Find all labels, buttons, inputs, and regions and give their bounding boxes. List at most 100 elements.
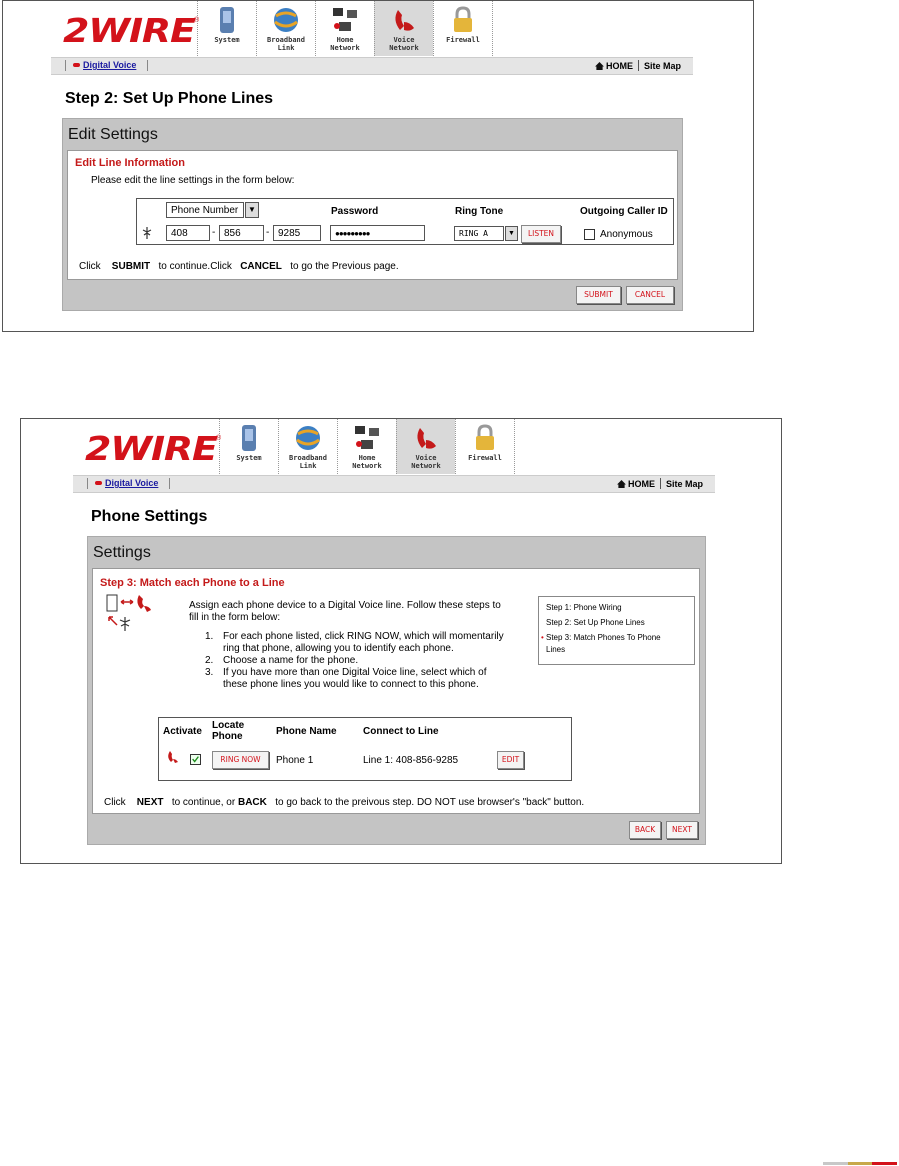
tab-system[interactable]: System xyxy=(197,1,256,56)
submit-button[interactable]: SUBMIT xyxy=(576,286,621,304)
bullet-icon xyxy=(73,63,80,67)
password-field[interactable]: ●●●●●●●●● xyxy=(330,225,425,241)
step-text: For each phone listed, click RING NOW, w… xyxy=(223,631,504,642)
phone-icon xyxy=(417,428,436,449)
anonymous-label: Anonymous xyxy=(600,229,653,240)
ring-tone-label: Ring Tone xyxy=(455,206,504,217)
top-header: 2WIRE ® System Broadband Link Home Network xyxy=(73,419,715,475)
system-icon xyxy=(242,425,256,451)
footer-instruction: Click SUBMIT to continue.Click CANCEL to… xyxy=(79,261,399,272)
line-number-field[interactable]: 9285 xyxy=(273,225,321,241)
ring-tone-select[interactable]: RING A xyxy=(454,226,504,241)
lock-icon xyxy=(476,424,494,450)
page-title: Phone Settings xyxy=(91,508,208,525)
screenshot-edit-line: 2WIRE ® System Broadband Link Home Network xyxy=(2,0,754,332)
wizard-step-3[interactable]: Step 3: Match Phones To Phone xyxy=(546,633,661,642)
col-header-line: Connect to Line xyxy=(363,726,439,737)
tab-home-network[interactable]: Home Network xyxy=(315,1,374,56)
tab-broadband-link[interactable]: Broadband Link xyxy=(256,1,315,56)
tab-broadband-link[interactable]: Broadband Link xyxy=(278,419,337,474)
wizard-steps-box: Step 1: Phone Wiring Step 2: Set Up Phon… xyxy=(538,596,695,665)
tab-voice-network[interactable]: Voice Network xyxy=(396,419,455,474)
back-button[interactable]: BACK xyxy=(629,821,661,839)
caller-id-label: Outgoing Caller ID xyxy=(580,206,668,217)
subnav-bar: Digital Voice HOME Site Map xyxy=(73,475,715,493)
phone-jack-icon xyxy=(142,227,152,239)
main-nav: System Broadband Link Home Network Voice Ne… xyxy=(197,1,493,57)
section-title: Step 3: Match each Phone to a Line xyxy=(100,577,285,589)
digital-voice-link[interactable]: Digital Voice xyxy=(105,478,158,488)
top-header: 2WIRE ® System Broadband Link Home Network xyxy=(51,1,693,57)
intro-line-2: fill in the form below: xyxy=(189,612,281,623)
tab-firewall[interactable]: Firewall xyxy=(455,419,515,474)
edit-button[interactable]: EDIT xyxy=(497,751,524,769)
settings-panel: Settings Step 3: Match each Phone to a L… xyxy=(87,536,706,845)
phone-icon xyxy=(395,10,414,31)
router-app: 2WIRE ® System Broadband Link Home Network xyxy=(51,1,693,75)
phone-wiring-icon xyxy=(106,594,151,631)
page-title: Step 2: Set Up Phone Lines xyxy=(65,90,274,107)
network-icon xyxy=(355,426,379,449)
router-app: 2WIRE ® System Broadband Link Home Network xyxy=(73,419,715,493)
wizard-step-3-cont: Lines xyxy=(546,645,566,654)
anonymous-checkbox[interactable] xyxy=(584,229,595,240)
bullet-icon xyxy=(95,481,102,485)
step-text: these phone lines you would like to conn… xyxy=(223,679,479,690)
phone-icon xyxy=(168,751,178,763)
intro-line-1: Assign each phone device to a Digital Vo… xyxy=(189,600,501,611)
activate-checkbox[interactable] xyxy=(190,754,201,765)
prefix-field[interactable]: 856 xyxy=(219,225,264,241)
area-code-field[interactable]: 408 xyxy=(166,225,210,241)
tab-firewall[interactable]: Firewall xyxy=(433,1,493,56)
step-text: If you have more than one Digital Voice … xyxy=(223,667,487,678)
site-map-link[interactable]: Site Map xyxy=(666,479,703,489)
next-button[interactable]: NEXT xyxy=(666,821,698,839)
current-step-bullet: • xyxy=(541,633,544,642)
footer-instruction: Click NEXT to continue, or BACK to go ba… xyxy=(104,797,585,808)
footer-color-strip xyxy=(823,1162,898,1165)
tab-system[interactable]: System xyxy=(219,419,278,474)
subnav-bar: Digital Voice HOME Site Map xyxy=(51,57,693,75)
panel-title: Edit Settings xyxy=(68,126,158,143)
col-header-locate: Locate Phone xyxy=(212,720,245,742)
globe-icon xyxy=(274,8,298,32)
ring-now-button[interactable]: RING NOW xyxy=(212,751,269,769)
step-text: ring that phone, allowing you to identif… xyxy=(223,643,454,654)
system-icon xyxy=(220,7,234,33)
tab-home-network[interactable]: Home Network xyxy=(337,419,396,474)
home-link[interactable]: HOME xyxy=(606,61,633,71)
col-header-activate: Activate xyxy=(163,726,202,737)
section-title: Edit Line Information xyxy=(75,157,185,169)
instruction-text: Please edit the line settings in the for… xyxy=(91,175,295,186)
match-phone-box: Step 3: Match each Phone to a Line Assig… xyxy=(92,568,700,814)
phone-type-select[interactable]: Phone Number xyxy=(166,202,244,218)
connected-line-value: Line 1: 408-856-9285 xyxy=(363,755,459,766)
listen-button[interactable]: LISTEN xyxy=(521,225,561,243)
step-text: Choose a name for the phone. xyxy=(223,655,359,666)
phone-name-value: Phone 1 xyxy=(276,755,314,766)
lock-icon xyxy=(454,6,472,32)
globe-icon xyxy=(296,426,320,450)
network-icon xyxy=(333,8,357,31)
screenshot-phone-settings: 2WIRE ® System Broadband Link Home Network xyxy=(20,418,782,864)
line-info-box: Edit Line Information Please edit the li… xyxy=(67,150,678,280)
logo: 2WIRE ® xyxy=(63,11,200,50)
wizard-step-2[interactable]: Step 2: Set Up Phone Lines xyxy=(546,618,645,627)
checkmark-icon xyxy=(192,756,199,763)
edit-settings-panel: Edit Settings Edit Line Information Plea… xyxy=(62,118,683,311)
site-map-link[interactable]: Site Map xyxy=(644,61,681,71)
tab-voice-network[interactable]: Voice Network xyxy=(374,1,433,56)
home-icon xyxy=(595,61,604,70)
logo: 2WIRE ® xyxy=(85,429,222,468)
home-link[interactable]: HOME xyxy=(628,479,655,489)
home-icon xyxy=(617,479,626,488)
chevron-down-icon[interactable]: ▼ xyxy=(245,202,259,218)
main-nav: System Broadband Link Home Network Voice Ne… xyxy=(219,419,515,475)
col-header-phone-name: Phone Name xyxy=(276,726,337,737)
digital-voice-link[interactable]: Digital Voice xyxy=(83,60,136,70)
wizard-step-1[interactable]: Step 1: Phone Wiring xyxy=(546,603,622,612)
password-label: Password xyxy=(331,206,379,217)
phone-table: Activate Locate Phone Phone Name Connect … xyxy=(158,717,572,781)
cancel-button[interactable]: CANCEL xyxy=(626,286,674,304)
chevron-down-icon[interactable]: ▼ xyxy=(505,226,518,241)
